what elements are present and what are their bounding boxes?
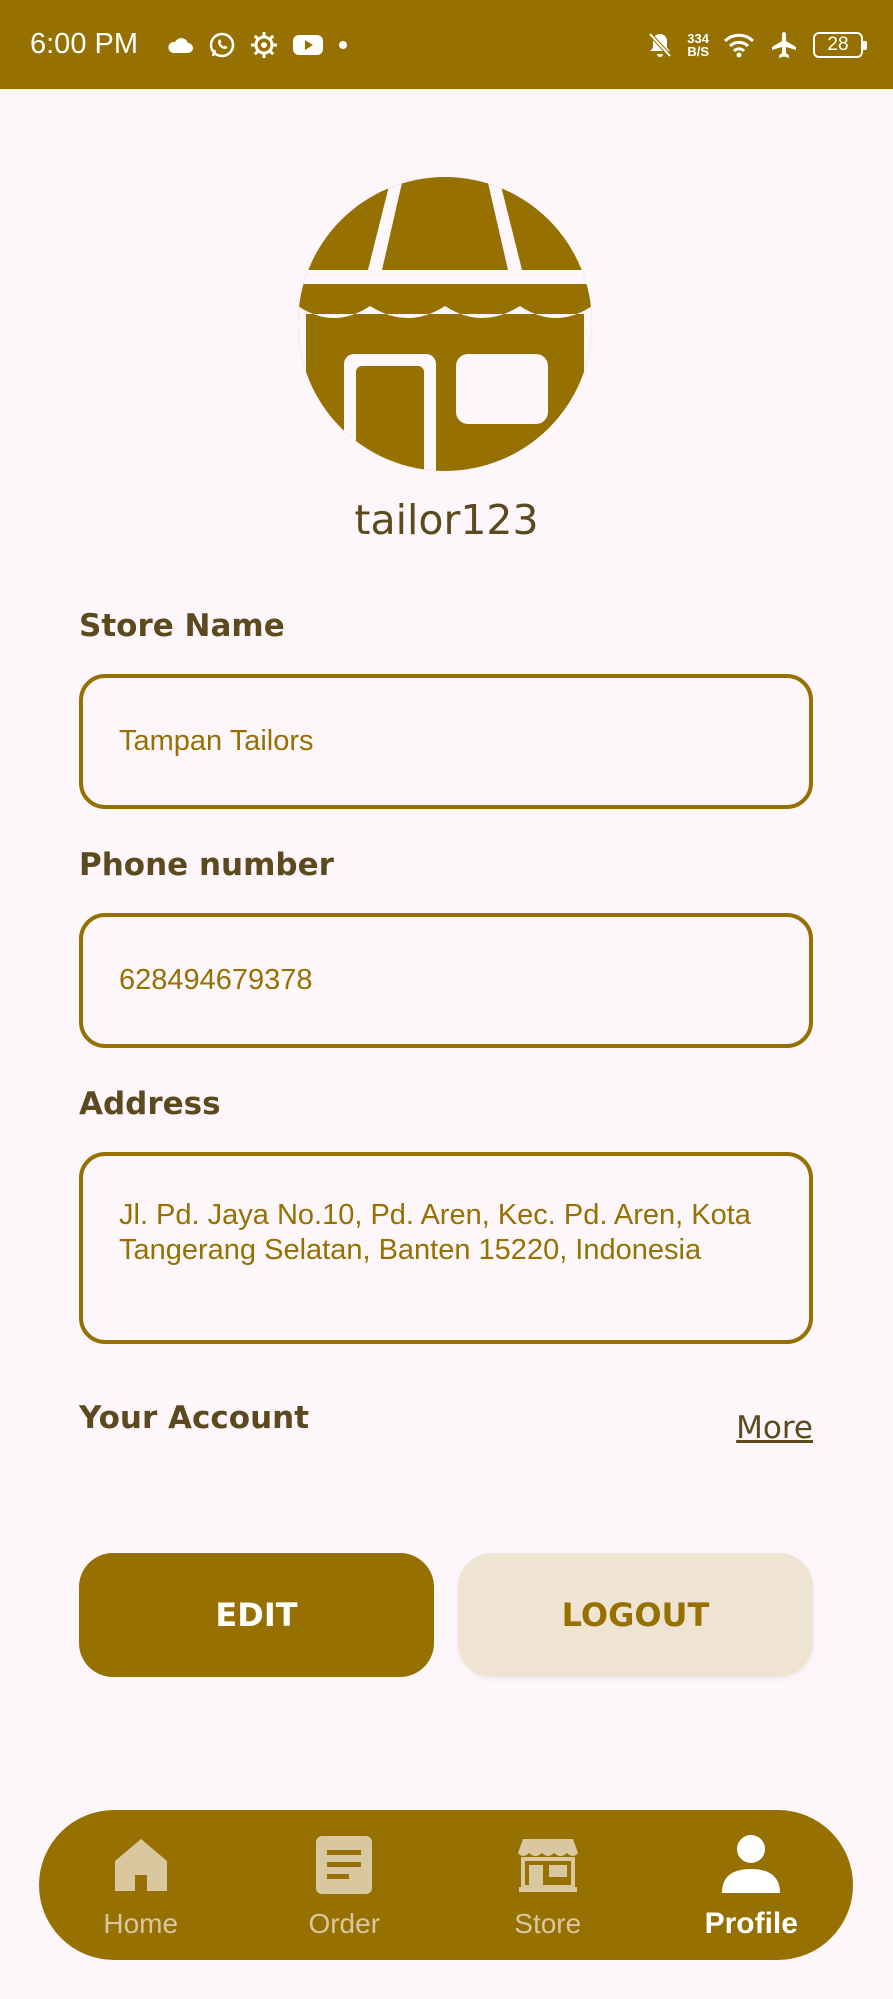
phone-value: 628494679378 xyxy=(119,964,313,996)
airplane-icon xyxy=(769,30,799,60)
battery-icon: 28 xyxy=(813,31,867,58)
status-right: 334 B/S 28 xyxy=(647,30,867,60)
phone-field[interactable]: 628494679378 xyxy=(79,913,813,1048)
store-name-label: Store Name xyxy=(79,608,285,644)
store-logo xyxy=(298,174,592,474)
address-label: Address xyxy=(79,1086,221,1122)
youtube-icon xyxy=(292,33,324,57)
edit-button[interactable]: EDIT xyxy=(79,1553,434,1677)
profile-username: tailor123 xyxy=(354,496,539,544)
status-time: 6:00 PM xyxy=(30,28,138,60)
net-speed-value: 334 xyxy=(687,30,709,46)
net-speed-unit: B/S xyxy=(687,43,709,59)
nav-item-store[interactable]: Store xyxy=(453,1830,643,1940)
person-icon xyxy=(720,1829,782,1899)
bottom-nav: Home Order Store Profile xyxy=(39,1810,853,1960)
nav-item-order[interactable]: Order xyxy=(249,1830,439,1940)
your-account-label: Your Account xyxy=(79,1400,310,1436)
nav-item-profile[interactable]: Profile xyxy=(656,1829,846,1941)
dot-icon xyxy=(338,40,348,50)
cloud-icon xyxy=(166,35,194,55)
status-left: 6:00 PM xyxy=(30,28,348,61)
address-value: Jl. Pd. Jaya No.10, Pd. Aren, Kec. Pd. A… xyxy=(119,1199,751,1266)
address-field[interactable]: Jl. Pd. Jaya No.10, Pd. Aren, Kec. Pd. A… xyxy=(79,1152,813,1344)
nav-item-home[interactable]: Home xyxy=(46,1830,236,1940)
more-link[interactable]: More xyxy=(736,1410,813,1446)
nav-label-home: Home xyxy=(103,1908,179,1939)
status-bar: 6:00 PM 334 B/S 28 xyxy=(0,0,893,89)
nav-label-store: Store xyxy=(514,1908,582,1939)
order-icon xyxy=(314,1830,374,1900)
store-name-field[interactable]: Tampan Tailors xyxy=(79,674,813,809)
nav-label-profile: Profile xyxy=(704,1907,798,1940)
whatsapp-icon xyxy=(208,31,236,59)
wifi-icon xyxy=(723,32,755,58)
phone-label: Phone number xyxy=(79,847,334,883)
store-icon xyxy=(517,1830,579,1900)
gear-icon xyxy=(250,31,278,59)
logout-button[interactable]: LOGOUT xyxy=(458,1553,813,1677)
home-icon xyxy=(111,1830,171,1900)
nav-label-order: Order xyxy=(308,1908,381,1939)
store-name-value: Tampan Tailors xyxy=(119,725,314,757)
net-speed: 334 B/S xyxy=(687,32,709,58)
bell-off-icon xyxy=(647,31,673,59)
